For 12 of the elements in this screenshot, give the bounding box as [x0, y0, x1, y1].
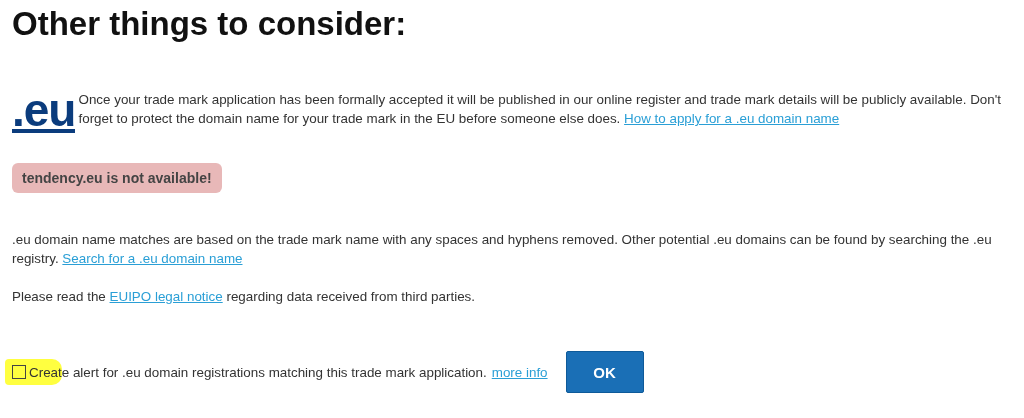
legal-notice-link[interactable]: EUIPO legal notice: [109, 289, 223, 304]
ok-button[interactable]: OK: [565, 351, 644, 393]
search-link[interactable]: Search for a .eu domain name: [62, 251, 243, 266]
alert-checkbox[interactable]: [12, 365, 26, 379]
matches-text: .eu domain name matches are based on the trade mark name with any spaces and hyphens removed. Other potential .eu domains can be found by searching the .eu registry. Search for a .eu domain name: [12, 231, 993, 268]
notice-text: Please read the EUIPO legal notice regarding data received from third parties.: [12, 288, 477, 306]
apply-link[interactable]: How to apply for a .eu domain name: [624, 111, 840, 126]
more-info-link[interactable]: more info: [491, 364, 548, 380]
eu-logo: .eu: [12, 92, 76, 133]
page-heading: Other things to consider:: [12, 4, 408, 44]
intro-text: Once your trade mark application has been formally accepted it will be published in our online register and trade mark details will be publicly available. Don't forget to protect the domain name for your trade mark in the EU before someone else does. How to apply for a .eu domain name: [78, 91, 1002, 128]
availability-alert: tendency.eu is not available!: [12, 163, 222, 193]
